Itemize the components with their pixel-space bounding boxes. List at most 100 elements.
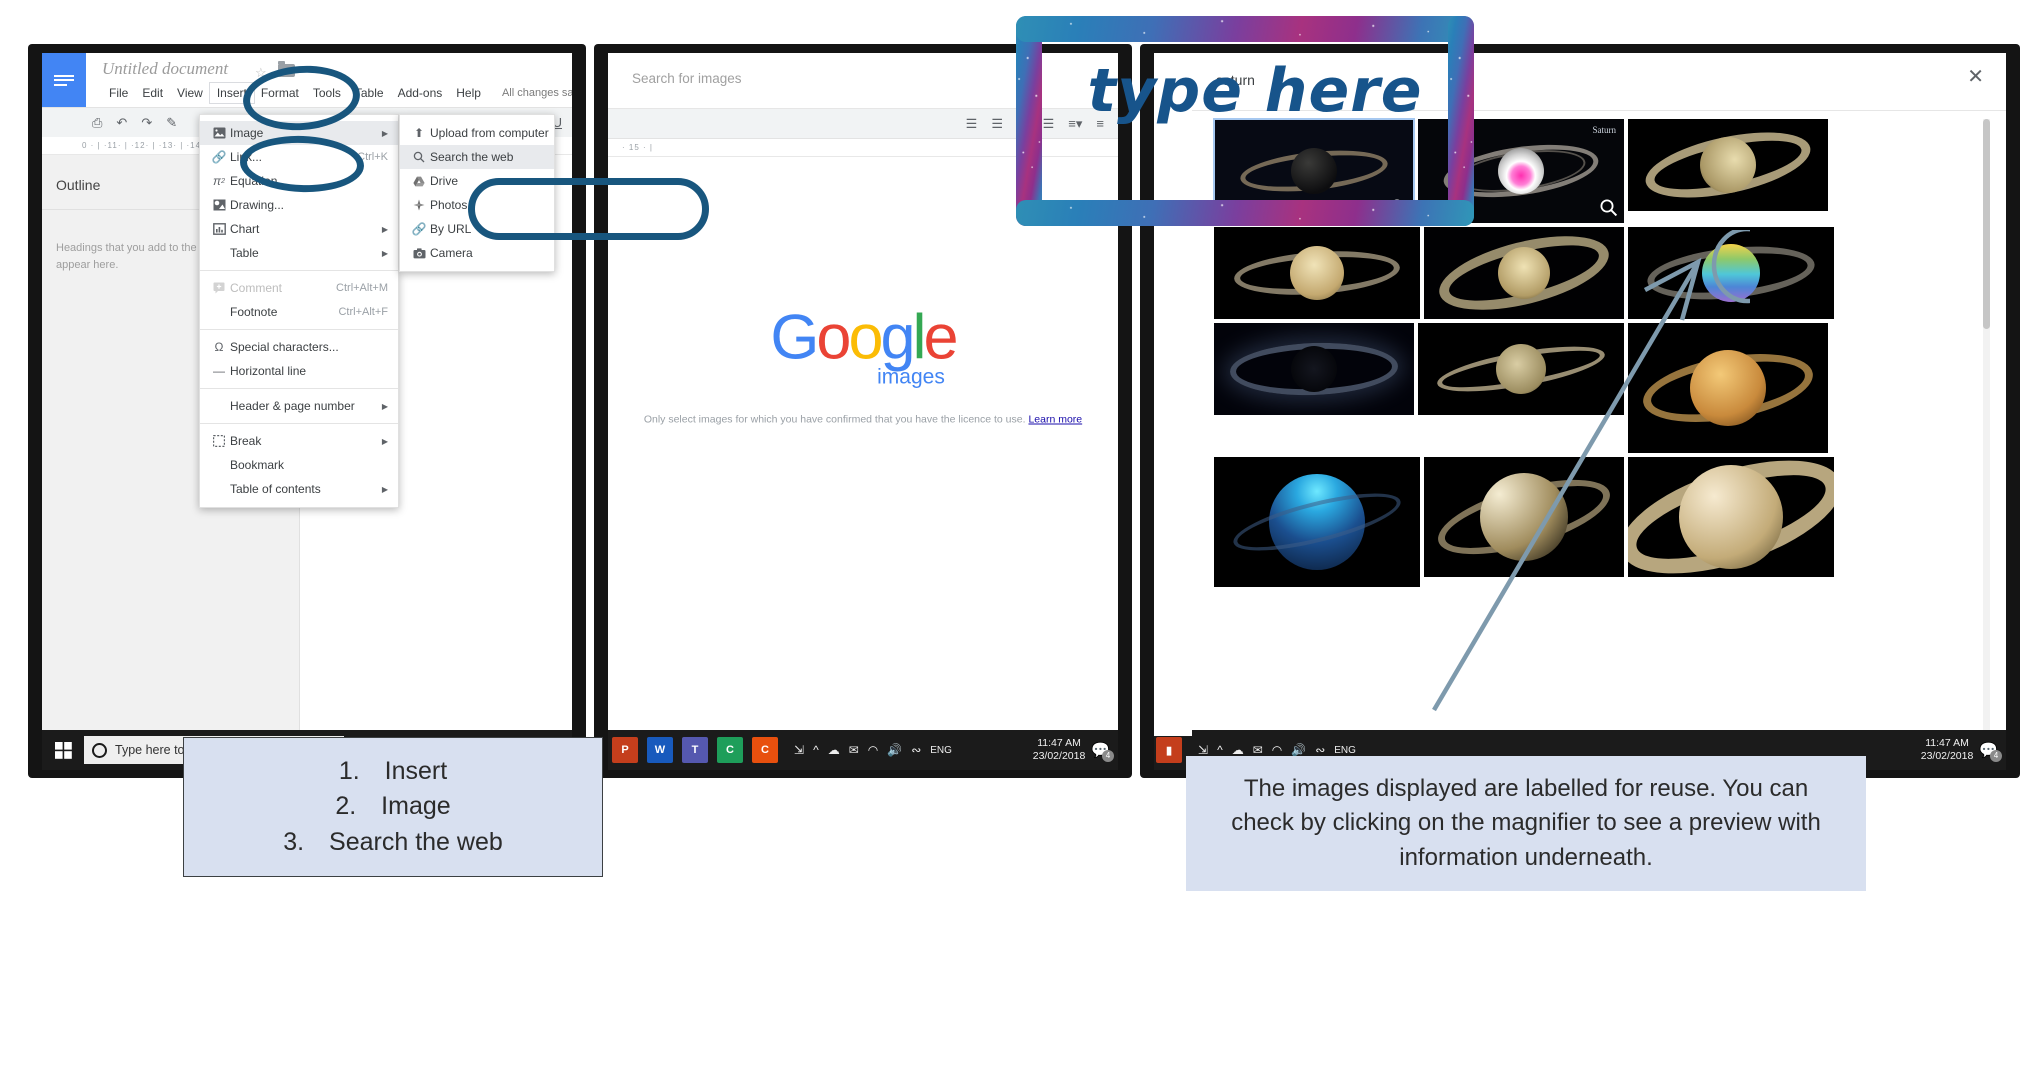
app-red-icon[interactable]: ▮	[1156, 737, 1182, 763]
document-title[interactable]: Untitled document	[102, 59, 228, 79]
menu-item-header-page-number[interactable]: Header & page number ▶	[200, 394, 398, 418]
cloud-icon[interactable]: ☁	[1232, 743, 1244, 757]
teams-icon[interactable]: T	[682, 737, 708, 763]
mail-icon[interactable]: ✉	[849, 743, 859, 757]
action-center-badge: 4	[1102, 750, 1114, 762]
mail-icon[interactable]: ✉	[1253, 743, 1263, 757]
redo-icon[interactable]: ↷	[141, 115, 152, 131]
align-left-icon[interactable]: ☰	[966, 116, 978, 132]
taskbar-clock[interactable]: 11:47 AM 23/02/2018	[1921, 737, 1980, 763]
menu-item-label: Bookmark	[230, 458, 285, 472]
upload-icon: ⬆	[413, 126, 425, 140]
chevron-right-icon: ▶	[381, 401, 388, 411]
image-result-cell[interactable]	[1628, 323, 1828, 453]
window-search-results: saturn ✕ Saturn ▮ ⇲ ^ ☁ ✉ ◠ 🔊 ∾ ENG 11:4…	[1140, 44, 2020, 778]
chevron-right-icon: ▶	[381, 224, 388, 234]
saturn-dark-rings	[1238, 141, 1390, 201]
image-result-cell[interactable]	[1628, 227, 1834, 319]
docs-menu-icon[interactable]	[42, 53, 86, 107]
menu-item-special-characters[interactable]: Ω Special characters...	[200, 335, 398, 359]
results-scrollbar-thumb[interactable]	[1983, 119, 1990, 329]
menu-item-break[interactable]: Break ▶	[200, 429, 398, 453]
windows-start-icon[interactable]	[42, 730, 84, 770]
saturn-closeup-rings	[1628, 457, 1834, 577]
learn-more-link[interactable]: Learn more	[1028, 414, 1082, 426]
menu-item-table-of-contents[interactable]: Table of contents ▶	[200, 477, 398, 501]
menu-item-horizontal-line[interactable]: — Horizontal line	[200, 359, 398, 383]
menu-help[interactable]: Help	[449, 83, 488, 103]
saturn-orange	[1637, 333, 1819, 443]
image-result-cell[interactable]	[1418, 323, 1624, 415]
action-center-icon[interactable]: 💬 4	[1091, 741, 1118, 762]
volume-icon[interactable]: 🔊	[887, 743, 902, 757]
menu-item-chart[interactable]: Chart ▶	[200, 217, 398, 241]
bluetooth-icon[interactable]: ⇲	[1198, 743, 1208, 757]
image-result-cell[interactable]	[1628, 457, 1834, 577]
network-icon[interactable]: ∾	[1315, 743, 1325, 757]
wifi-icon[interactable]: ◠	[1272, 743, 1282, 757]
volume-icon[interactable]: 🔊	[1291, 743, 1306, 757]
window-image-search: Search for images ☰ ☰ ☰ ☰ ≡▾ ≡ · 15 · | …	[594, 44, 1132, 778]
submenu-item-label: Camera	[430, 246, 473, 260]
equation-icon: π2	[213, 174, 225, 188]
licence-note: Only select images for which you have co…	[608, 412, 1118, 428]
menu-item-label: Table	[230, 246, 259, 260]
submenu-item-camera[interactable]: Camera	[400, 241, 554, 265]
taskbar-mid-apps: P W T C C	[608, 737, 778, 763]
menu-item-label: Drawing...	[230, 198, 285, 212]
saturn-edge-rings	[1434, 334, 1608, 404]
image-result-cell[interactable]	[1424, 227, 1624, 319]
chevron-right-icon: ▶	[381, 436, 388, 446]
break-icon	[208, 435, 230, 447]
close-icon[interactable]: ✕	[1967, 67, 1984, 87]
drawing-icon	[208, 199, 230, 211]
network-icon[interactable]: ∾	[911, 743, 921, 757]
chevron-up-icon[interactable]: ^	[813, 743, 819, 757]
cloud-icon[interactable]: ☁	[828, 743, 840, 757]
language-indicator[interactable]: ENG	[1334, 745, 1356, 756]
menu-edit[interactable]: Edit	[135, 83, 170, 103]
menu-addons[interactable]: Add-ons	[391, 83, 450, 103]
logo-letter: e	[923, 302, 959, 373]
taskbar-clock[interactable]: 11:47 AM 23/02/2018	[1033, 737, 1092, 763]
menu-view[interactable]: View	[170, 83, 210, 103]
word-icon[interactable]: W	[647, 737, 673, 763]
powerpoint-icon[interactable]: P	[612, 737, 638, 763]
align-center-icon[interactable]: ☰	[991, 116, 1003, 132]
app-orange-icon[interactable]: C	[752, 737, 778, 763]
chevron-right-icon: ▶	[381, 484, 388, 494]
menu-item-footnote[interactable]: Footnote Ctrl+Alt+F	[200, 300, 398, 324]
undo-icon[interactable]: ↶	[116, 115, 127, 131]
menu-item-drawing[interactable]: Drawing...	[200, 193, 398, 217]
menu-item-table[interactable]: Table ▶	[200, 241, 398, 265]
logo-letter: o	[848, 302, 883, 373]
image-result-cell[interactable]	[1628, 119, 1828, 211]
submenu-item-upload-from-computer[interactable]: ⬆ Upload from computer	[400, 121, 554, 145]
google-images-empty-state: Google images Only select images for whi…	[608, 306, 1118, 428]
logo-letter: l	[912, 302, 927, 373]
save-status: All changes saved in D	[501, 87, 572, 99]
wifi-icon[interactable]: ◠	[868, 743, 878, 757]
handwritten-note: type here	[1087, 56, 1423, 126]
action-center-icon[interactable]: 💬 4	[1979, 741, 2006, 762]
language-indicator[interactable]: ENG	[930, 745, 952, 756]
image-result-cell[interactable]	[1424, 457, 1624, 577]
underline-icon[interactable]: U	[553, 115, 572, 130]
menu-item-bookmark[interactable]: Bookmark	[200, 453, 398, 477]
image-result-cell[interactable]	[1214, 227, 1420, 319]
bluetooth-icon[interactable]: ⇲	[794, 743, 804, 757]
image-result-cell[interactable]	[1214, 323, 1414, 415]
menu-file[interactable]: File	[102, 83, 135, 103]
submenu-item-label: Search the web	[430, 150, 514, 164]
magnifier-icon[interactable]	[1599, 198, 1618, 217]
submenu-item-search-the-web[interactable]: Search the web	[400, 145, 554, 169]
paint-format-icon[interactable]: ✎	[166, 115, 177, 131]
menu-item-label: Header & page number	[230, 399, 355, 413]
chevron-up-icon[interactable]: ^	[1217, 743, 1223, 757]
taskbar-right-tray: ⇲ ^ ☁ ✉ ◠ 🔊 ∾ ENG	[1198, 743, 1356, 757]
app-green-icon[interactable]: C	[717, 737, 743, 763]
image-result-cell[interactable]	[1214, 457, 1420, 587]
justify-icon[interactable]: ☰	[1043, 116, 1055, 132]
print-icon[interactable]: ⎙	[92, 115, 102, 131]
menu-item-comment: Comment Ctrl+Alt+M	[200, 276, 398, 300]
